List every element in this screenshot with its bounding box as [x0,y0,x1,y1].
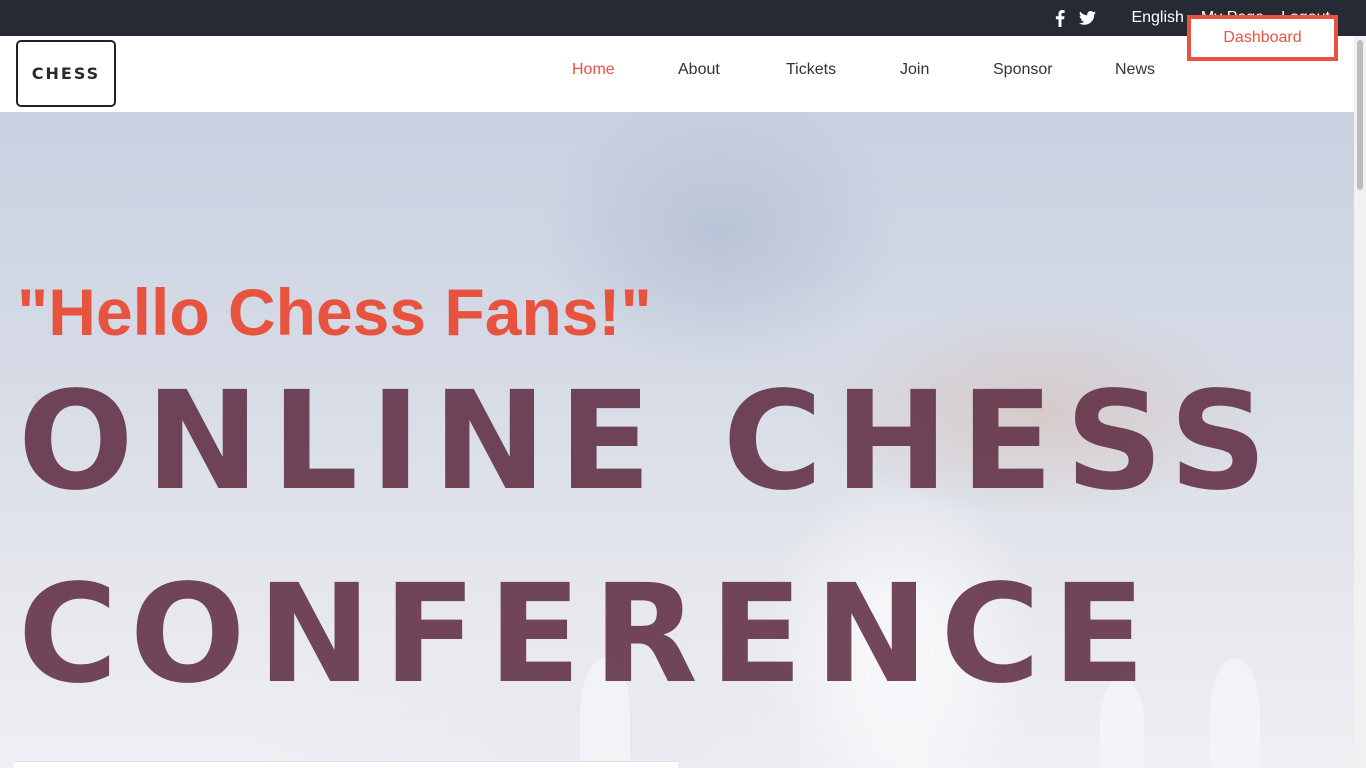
dashboard-button[interactable]: Dashboard [1187,15,1338,61]
hero-greeting: "Hello Chess Fans!" [17,275,652,349]
page-scrollbar[interactable] [1354,36,1366,768]
nav-tickets[interactable]: Tickets [786,61,836,79]
nav-sponsor[interactable]: Sponsor [993,61,1053,79]
background-chess-piece [1210,658,1260,768]
nav-news[interactable]: News [1115,61,1155,79]
twitter-icon[interactable] [1079,11,1097,25]
hero-title-line2: CONFERENCE [18,556,1158,714]
site-logo[interactable]: CHESS [16,40,116,107]
hero-banner: "Hello Chess Fans!" ONLINE CHESS CONFERE… [0,112,1354,768]
nav-join[interactable]: Join [900,61,929,79]
content-card-edge [14,761,678,768]
hero-title-line1: ONLINE CHESS [18,363,1280,521]
language-link[interactable]: English [1131,9,1183,27]
nav-about[interactable]: About [678,61,720,79]
site-header: CHESS Home About Tickets Join Sponsor Ne… [0,36,1354,112]
scrollbar-thumb[interactable] [1357,40,1363,190]
nav-home[interactable]: Home [572,61,615,79]
top-bar: English My Page Logout [0,0,1366,36]
facebook-icon[interactable] [1055,9,1066,27]
social-links [1055,9,1097,27]
